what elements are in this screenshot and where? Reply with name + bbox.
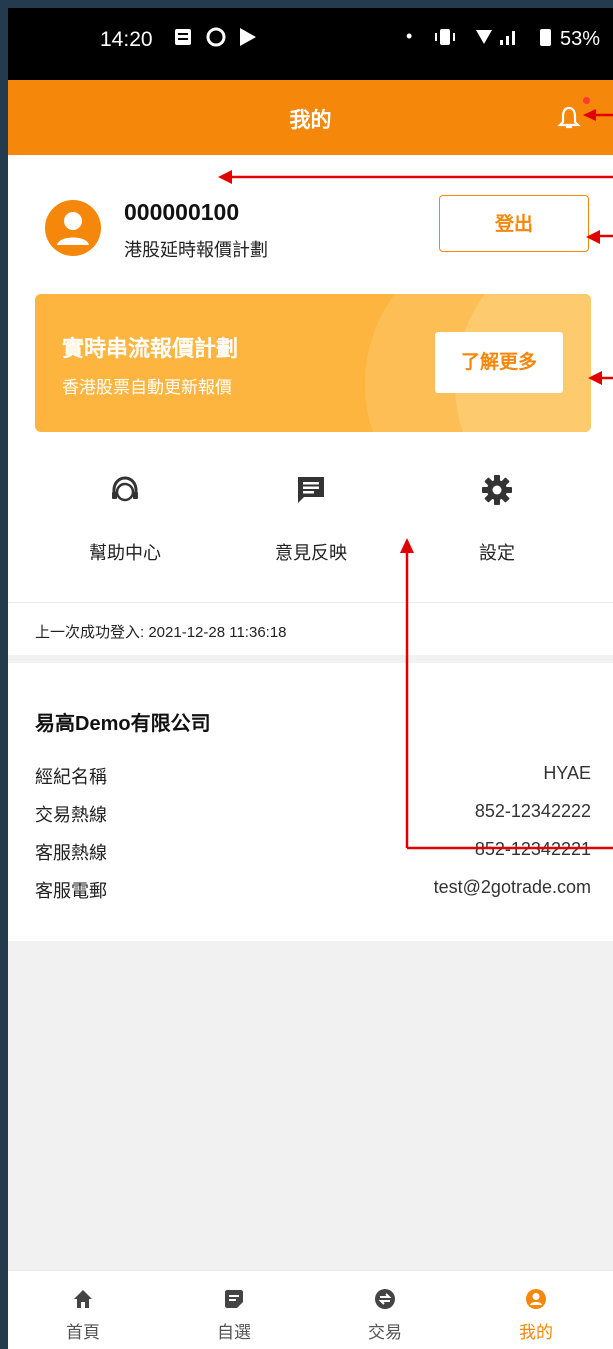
- home-icon: [74, 1290, 92, 1308]
- headset-icon: [112, 476, 138, 502]
- phone-screen: 14:20 • 53% 我的 000000100 港股延時報價計劃 登出 實時串: [8, 8, 613, 1349]
- nav-trade[interactable]: 交易: [310, 1271, 460, 1349]
- bottom-navigation: 首頁 自選 交易 我的: [8, 1270, 613, 1349]
- info-value: HYAE: [543, 763, 591, 783]
- banner-subtitle: 香港股票自動更新報價: [62, 378, 232, 397]
- info-key: 客服熱線: [35, 843, 107, 863]
- trade-icon: [375, 1289, 395, 1309]
- nav-label: 我的: [519, 1323, 553, 1342]
- shortcut-feedback[interactable]: 意見反映: [236, 473, 386, 573]
- nav-label: 首頁: [66, 1323, 100, 1342]
- user-icon: [526, 1289, 546, 1309]
- dot-icon: •: [406, 26, 413, 46]
- banner-title: 實時串流報價計劃: [62, 336, 239, 361]
- info-key: 交易熱線: [35, 805, 107, 825]
- page-title: 我的: [289, 109, 332, 132]
- battery-icon: [540, 29, 551, 46]
- logout-button[interactable]: 登出: [439, 195, 589, 252]
- user-id: 000000100: [124, 199, 240, 225]
- company-info-section: 易高Demo有限公司 經紀名稱 HYAE 交易熱線 852-12342222 客…: [8, 663, 613, 941]
- learn-more-button[interactable]: 了解更多: [435, 332, 563, 393]
- nav-label: 自選: [217, 1323, 251, 1342]
- nav-home[interactable]: 首頁: [8, 1271, 158, 1349]
- shortcut-label: 設定: [479, 543, 515, 563]
- info-value[interactable]: 852-12342221: [475, 839, 591, 860]
- gear-icon: [482, 475, 512, 505]
- shortcut-help-center[interactable]: 幫助中心: [50, 473, 200, 573]
- nav-me[interactable]: 我的: [461, 1271, 611, 1349]
- watchlist-icon: [225, 1290, 243, 1308]
- info-key: 客服電郵: [35, 881, 107, 901]
- company-name: 易高Demo有限公司: [35, 713, 211, 735]
- last-login-text: 上一次成功登入: 2021-12-28 11:36:18: [35, 624, 287, 641]
- battery-level: 53%: [560, 28, 601, 50]
- notification-dot: [583, 97, 590, 104]
- info-row-trade-hotline: 交易熱線 852-12342222: [35, 801, 591, 831]
- sync-icon: [206, 27, 226, 47]
- nav-watchlist[interactable]: 自選: [159, 1271, 309, 1349]
- user-plan: 港股延時報價計劃: [124, 240, 268, 260]
- bell-icon[interactable]: [557, 105, 581, 131]
- info-row-service-email: 客服電郵 test@2gotrade.com: [35, 877, 591, 907]
- chat-icon: [240, 28, 256, 46]
- app-header: 我的: [8, 80, 613, 155]
- info-key: 經紀名稱: [35, 767, 107, 787]
- signal-icon: [476, 30, 515, 45]
- profile-section: 000000100 港股延時報價計劃 登出 實時串流報價計劃 香港股票自動更新報…: [8, 155, 613, 655]
- vibrate-icon: [435, 29, 455, 45]
- shortcut-settings[interactable]: 設定: [422, 473, 572, 573]
- feedback-icon: [298, 477, 324, 503]
- status-bar: 14:20 • 53%: [8, 8, 613, 80]
- info-row-broker: 經紀名稱 HYAE: [35, 763, 591, 793]
- info-value[interactable]: test@2gotrade.com: [434, 877, 591, 898]
- nav-label: 交易: [368, 1323, 402, 1342]
- avatar-icon: [45, 200, 101, 256]
- info-row-service-hotline: 客服熱線 852-12342221: [35, 839, 591, 869]
- notification-icon: [175, 29, 191, 45]
- shortcut-label: 幫助中心: [89, 543, 161, 563]
- streaming-quote-banner[interactable]: 實時串流報價計劃 香港股票自動更新報價 了解更多: [35, 294, 591, 432]
- divider: [8, 602, 613, 603]
- status-time: 14:20: [100, 28, 153, 51]
- info-value[interactable]: 852-12342222: [475, 801, 591, 822]
- shortcut-label: 意見反映: [275, 543, 347, 563]
